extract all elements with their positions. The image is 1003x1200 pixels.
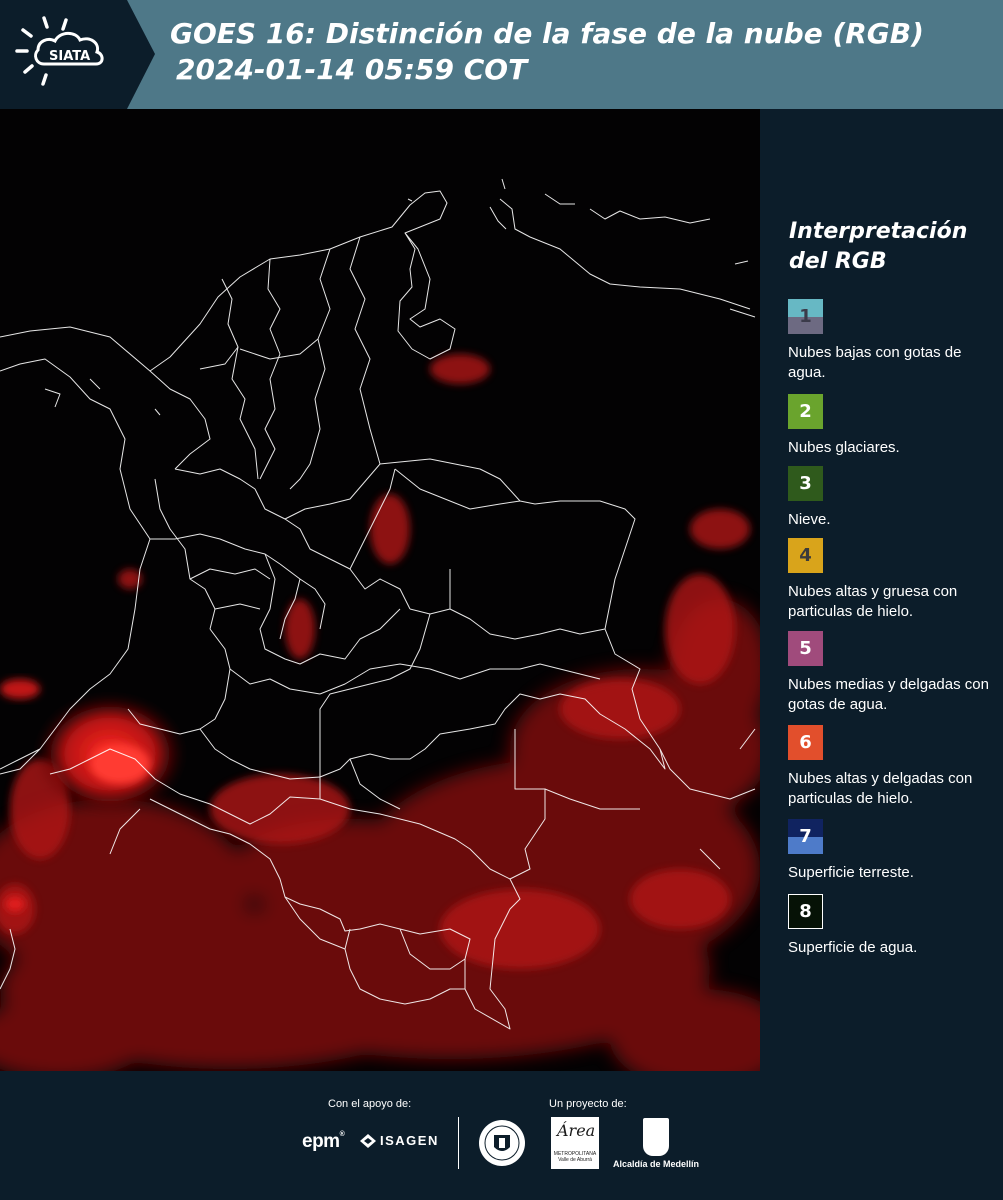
legend-label-8: Superficie de agua. [788, 939, 918, 956]
page-header: SIATA GOES 16: Distinción de la fase de … [0, 0, 1003, 109]
title-product: GOES 16: Distinción de la fase de la nub… [170, 17, 924, 50]
legend-number-5: 5 [799, 638, 812, 659]
legend-number-3: 3 [799, 473, 812, 494]
satellite-map [0, 109, 760, 1071]
legend-number-6: 6 [799, 732, 812, 753]
legend-item-6: 6 Nubes altas y delgadas con particulas … [788, 725, 998, 809]
legend-panel: Interpretación del RGB 1 Nubes bajas con… [760, 109, 1003, 1071]
legend-swatch-6: 6 [788, 725, 823, 760]
legend-swatch-4: 4 [788, 538, 823, 573]
legend-swatch-7: 7 [788, 819, 823, 854]
legend-item-7: 7 Superficie terreste. [788, 819, 998, 883]
siata-logo-badge: SIATA [0, 0, 155, 109]
legend-item-2: 2 Nubes glaciares. [788, 394, 998, 458]
legend-label-1: Nubes bajas con gotas de agua. [788, 344, 962, 381]
legend-title: Interpretación del RGB [789, 219, 968, 274]
legend-item-1: 1 Nubes bajas con gotas de agua. [788, 299, 998, 383]
epm-logo: epm® [302, 1131, 345, 1152]
project-label: Un proyecto de: [549, 1098, 627, 1110]
legend-label-6: Nubes altas y delgadas con particulas de… [788, 770, 973, 807]
legend-label-2: Nubes glaciares. [788, 439, 900, 456]
legend-label-5: Nubes medias y delgadas con gotas de agu… [788, 676, 989, 713]
legend-swatch-5: 5 [788, 631, 823, 666]
legend-item-5: 5 Nubes medias y delgadas con gotas de a… [788, 631, 998, 715]
legend-swatch-3: 3 [788, 466, 823, 501]
cloud-phase-rgb-image [0, 109, 760, 1071]
legend-item-4: 4 Nubes altas y gruesa con particulas de… [788, 538, 998, 622]
legend-swatch-2: 2 [788, 394, 823, 429]
legend-number-4: 4 [799, 545, 812, 566]
legend-item-3: 3 Nieve. [788, 466, 998, 530]
legend-label-3: Nieve. [788, 511, 831, 528]
medellin-shield-icon [643, 1118, 669, 1156]
legend-label-7: Superficie terreste. [788, 864, 914, 881]
legend-number-8: 8 [799, 901, 812, 922]
legend-label-4: Nubes altas y gruesa con particulas de h… [788, 583, 958, 620]
page-footer: Con el apoyo de: Un proyecto de: epm® IS… [0, 1071, 1003, 1200]
area-metropolitana-logo: Área METROPOLITANA Valle de Aburrá [551, 1117, 599, 1169]
legend-item-8: 8 Superficie de agua. [788, 894, 998, 958]
legend-number-2: 2 [799, 401, 812, 422]
isagen-logo: ISAGEN [360, 1133, 439, 1148]
page-title: GOES 16: Distinción de la fase de la nub… [170, 16, 924, 88]
isagen-icon [360, 1133, 376, 1148]
support-label: Con el apoyo de: [328, 1098, 412, 1110]
legend-number-1: 1 [799, 306, 812, 327]
title-datetime: 2024-01-14 05:59 COT [176, 53, 528, 86]
svg-text:SIATA: SIATA [49, 49, 90, 64]
university-seal-logo [479, 1120, 525, 1166]
legend-swatch-8: 8 [788, 894, 823, 929]
legend-swatch-1: 1 [788, 299, 823, 334]
footer-divider [458, 1117, 459, 1169]
siata-logo: SIATA [0, 0, 155, 109]
legend-number-7: 7 [799, 826, 812, 847]
alcaldia-medellin-label: Alcaldía de Medellín [613, 1159, 700, 1169]
